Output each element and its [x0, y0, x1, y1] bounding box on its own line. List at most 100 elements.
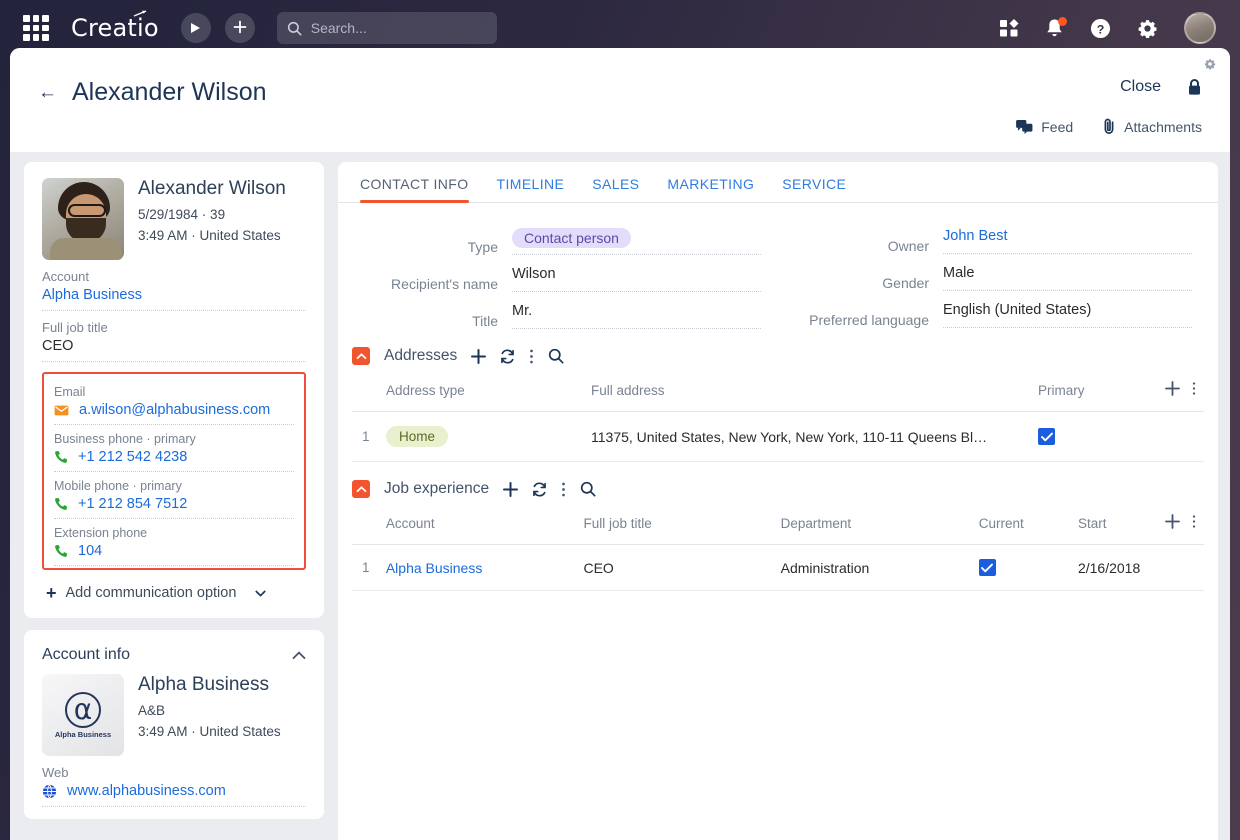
form-value-type[interactable]: Contact person [512, 228, 761, 255]
email-link[interactable]: a.wilson@alphabusiness.com [54, 402, 294, 418]
cell-current [974, 544, 1074, 591]
apps-grid-icon[interactable] [23, 15, 49, 41]
column-account[interactable]: Account [381, 508, 580, 545]
column-address-type[interactable]: Address type [382, 375, 587, 412]
tab-bar: CONTACT INFO TIMELINE SALES MARKETING SE… [338, 162, 1218, 203]
communication-label: Extension phone [54, 526, 148, 540]
form-value-gender[interactable]: Male [943, 265, 1192, 291]
contact-card: Alexander Wilson 5/29/1984 · 39 3:49 AM … [24, 162, 324, 618]
communication-label: Business phone · primary [54, 432, 196, 446]
contact-photo[interactable] [42, 178, 124, 260]
bell-icon[interactable] [1045, 16, 1067, 39]
column-start[interactable]: Start [1073, 508, 1145, 545]
form-value-preferred-language[interactable]: English (United States) [943, 302, 1192, 328]
account-info-header[interactable]: Account info [42, 646, 306, 674]
play-button[interactable] [180, 13, 211, 43]
field-label: Full job title [42, 320, 108, 335]
contact-name: Alexander Wilson [138, 178, 286, 199]
job-experience-column-add-plus-icon[interactable] [1165, 514, 1180, 532]
cell-account: Alpha Business [381, 544, 580, 591]
communication-row-email: Email a.wilson@alphabusiness.com [54, 378, 294, 425]
contact-birthdate: 5/29/1984 · 39 [138, 207, 226, 222]
column-current[interactable]: Current [974, 508, 1074, 545]
gear-icon[interactable] [1137, 18, 1158, 39]
addresses-column-add-plus-icon[interactable] [1165, 381, 1180, 399]
job-experience-more-vertical-icon[interactable] [561, 482, 566, 497]
tab-sales[interactable]: SALES [592, 176, 639, 202]
global-search[interactable]: Search... [276, 12, 497, 44]
job-experience-add-plus-icon[interactable] [503, 481, 519, 497]
form-value-title[interactable]: Mr. [512, 303, 761, 329]
primary-checkbox[interactable] [1038, 428, 1055, 445]
row-number: 1 [352, 411, 382, 462]
job-experience-table: Account Full job title Department Curren… [352, 508, 1204, 591]
chevron-up-icon[interactable] [292, 650, 306, 660]
cell-full-address: 11375, United States, New York, New York… [587, 411, 1034, 462]
account-info-card: Account info ⍺ Alpha Business Alpha Busi… [24, 630, 324, 819]
column-primary[interactable]: Primary [1034, 375, 1134, 412]
column-full-address[interactable]: Full address [587, 375, 1034, 412]
help-icon[interactable]: ? [1090, 18, 1111, 39]
attachments-button[interactable]: Attachments [1103, 118, 1202, 135]
notification-badge [1058, 16, 1067, 26]
phone-icon [55, 451, 67, 463]
close-button[interactable]: Close [1120, 78, 1161, 96]
mobile-phone-link[interactable]: +1 212 854 7512 [54, 496, 294, 512]
form-row-gender: Gender Male [781, 254, 1192, 291]
account-logo-caption: Alpha Business [54, 729, 112, 739]
addresses-search-icon[interactable] [548, 348, 564, 364]
account-link[interactable]: Alpha Business [386, 560, 483, 576]
table-row[interactable]: 1 Home 11375, United States, New York, N… [352, 411, 1204, 462]
column-full-job-title[interactable]: Full job title [579, 508, 777, 545]
form-label: Title [472, 313, 498, 329]
record-panel: ← Alexander Wilson Close Feed Attachment… [10, 48, 1230, 840]
account-web-link[interactable]: www.alphabusiness.com [42, 783, 306, 799]
header-sub-actions: Feed Attachments [1016, 118, 1202, 135]
account-summary: ⍺ Alpha Business Alpha Business A&B 3:49… [42, 674, 306, 756]
lock-icon[interactable] [1187, 78, 1202, 96]
feed-button[interactable]: Feed [1016, 119, 1073, 135]
add-communication-option-button[interactable]: + Add communication option [42, 570, 306, 606]
addresses-more-vertical-icon[interactable] [529, 349, 534, 364]
job-experience-refresh-icon[interactable] [532, 481, 547, 497]
tab-marketing[interactable]: MARKETING [667, 176, 754, 202]
table-header-row: Address type Full address Primary [352, 375, 1204, 412]
account-name: Alpha Business [138, 674, 269, 695]
job-experience-title: Job experience [384, 480, 490, 497]
add-button[interactable] [224, 13, 255, 43]
addresses-collapse-chevron-up-icon[interactable] [352, 347, 370, 365]
communication-row-business-phone: Business phone · primary +1 212 542 4238 [54, 425, 294, 472]
feed-icon [1016, 119, 1033, 134]
form-value-owner[interactable]: John Best [943, 228, 1192, 254]
dashboard-icon[interactable] [999, 18, 1019, 38]
cell-address-type: Home [382, 411, 587, 462]
field-value-account[interactable]: Alpha Business [42, 287, 306, 303]
job-experience-collapse-chevron-up-icon[interactable] [352, 480, 370, 498]
addresses-refresh-icon[interactable] [500, 348, 515, 364]
column-department[interactable]: Department [776, 508, 975, 545]
job-experience-column-more-vertical-icon[interactable] [1192, 514, 1196, 532]
form-value-recipients-name[interactable]: Wilson [512, 266, 761, 292]
field-value-job-title: CEO [42, 338, 74, 354]
cell-full-job-title: CEO [579, 544, 777, 591]
creatio-logo[interactable]: Creatio [71, 10, 159, 42]
paperclip-icon [1104, 118, 1114, 134]
play-icon [191, 23, 201, 33]
addresses-section-header: Addresses [338, 329, 1218, 375]
addresses-column-more-vertical-icon[interactable] [1192, 381, 1196, 399]
addresses-add-plus-icon[interactable] [471, 348, 487, 364]
job-experience-search-icon[interactable] [580, 481, 596, 497]
page-settings-gear-icon[interactable] [1204, 57, 1216, 75]
tab-service[interactable]: SERVICE [782, 176, 846, 202]
svg-text:?: ? [1097, 22, 1105, 36]
tab-timeline[interactable]: TIMELINE [497, 176, 565, 202]
table-row[interactable]: 1 Alpha Business CEO Administration 2/16… [352, 544, 1204, 591]
avatar[interactable] [1184, 12, 1216, 44]
tab-contact-info[interactable]: CONTACT INFO [360, 176, 469, 203]
email-icon [54, 405, 69, 415]
record-body: Alexander Wilson 5/29/1984 · 39 3:49 AM … [10, 152, 1230, 840]
back-arrow-icon[interactable]: ← [38, 83, 57, 102]
current-checkbox[interactable] [978, 559, 996, 576]
extension-phone-link[interactable]: 104 [54, 543, 294, 559]
business-phone-link[interactable]: +1 212 542 4238 [54, 449, 294, 465]
